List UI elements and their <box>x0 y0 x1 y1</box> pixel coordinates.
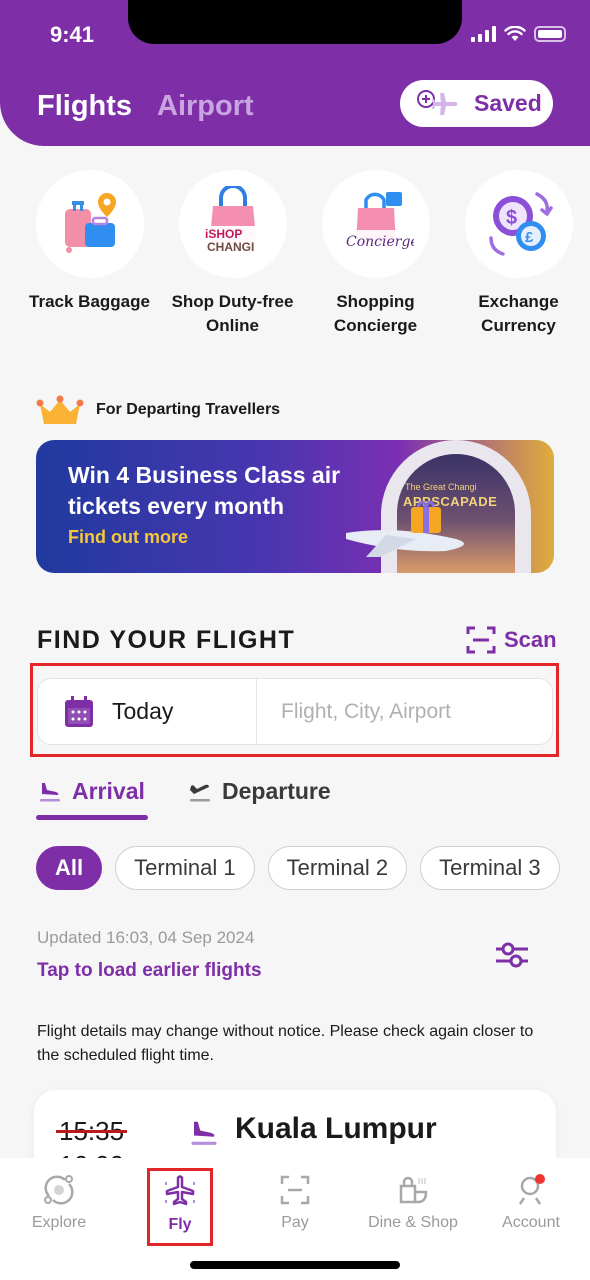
nav-label: Pay <box>281 1214 309 1231</box>
svg-text:CHANGI: CHANGI <box>207 240 254 254</box>
battery-icon <box>534 26 566 42</box>
status-time: 9:41 <box>50 22 95 47</box>
scan-button[interactable]: Scan <box>466 625 557 655</box>
banner-title: Win 4 Business Class air tickets every m… <box>68 462 341 519</box>
luggage-location-icon <box>35 170 144 278</box>
promo-heading-text: For Departing Travellers <box>96 401 281 418</box>
nav-label: Account <box>502 1214 560 1231</box>
cellular-signal-icon <box>471 26 496 42</box>
quick-link-shop-duty-free[interactable]: iSHOP CHANGI Shop Duty-free Online <box>161 170 304 338</box>
device-notch <box>128 0 462 44</box>
scheduled-time-struck: 15:35 <box>55 1116 128 1146</box>
svg-text:£: £ <box>525 229 534 246</box>
quick-links: Track Baggage iSHOP CHANGI Shop Duty-fre… <box>18 170 590 338</box>
scan-label: Scan <box>504 627 557 652</box>
tab-arrival-label: Arrival <box>72 778 145 804</box>
quick-link-exchange-currency[interactable]: $ £ Exchange Currency <box>447 170 590 338</box>
tab-airport[interactable]: Airport <box>157 90 254 123</box>
filter-sliders-icon[interactable] <box>494 940 530 970</box>
chip-terminal-3[interactable]: Terminal 3 <box>420 846 560 890</box>
currency-exchange-icon: $ £ <box>464 170 573 278</box>
plane-takeoff-icon <box>190 784 210 801</box>
promo-banner[interactable]: Win 4 Business Class air tickets every m… <box>36 440 554 573</box>
chip-terminal-2[interactable]: Terminal 2 <box>267 846 408 890</box>
flight-notice: Flight details may change without notice… <box>37 1023 534 1064</box>
flight-city: Kuala Lumpur <box>235 1112 437 1145</box>
tab-arrival[interactable]: Arrival <box>38 778 145 805</box>
last-updated-text: Updated 16:03, 04 Sep 2024 <box>37 928 255 947</box>
dine-shop-icon <box>399 1176 428 1204</box>
calendar-icon <box>65 695 93 727</box>
scan-pay-icon <box>280 1175 310 1205</box>
nav-pay[interactable]: Pay <box>240 1174 350 1232</box>
banner-find-out-more-link[interactable]: Find out more <box>68 527 188 548</box>
nav-label: Dine & Shop <box>368 1214 458 1231</box>
quick-link-label: Shopping Concierge <box>333 292 418 335</box>
date-value: Today <box>112 698 174 724</box>
date-picker[interactable]: Today <box>38 679 257 744</box>
active-tab-indicator <box>36 815 148 820</box>
app-header: 9:41 Flights Airport Saved <box>0 0 590 146</box>
quick-link-label: Shop Duty-free Online <box>171 292 294 335</box>
flight-search-bar: Today <box>37 678 553 745</box>
ishop-changi-bag-icon: iSHOP CHANGI <box>178 170 287 278</box>
account-icon <box>518 1174 545 1205</box>
crown-icon <box>36 395 84 424</box>
fly-highlight-box <box>147 1168 213 1246</box>
quick-link-label: Exchange Currency <box>478 292 559 335</box>
nav-account[interactable]: Account <box>476 1174 586 1232</box>
wifi-icon <box>504 26 526 41</box>
plane-landing-icon <box>40 782 60 801</box>
tab-departure[interactable]: Departure <box>188 778 331 805</box>
svg-text:$: $ <box>506 207 517 229</box>
nav-label: Explore <box>31 1214 87 1231</box>
load-earlier-flights-link[interactable]: Tap to load earlier flights <box>37 960 262 982</box>
chip-terminal-1[interactable]: Terminal 1 <box>115 846 255 890</box>
notification-badge <box>535 1174 545 1184</box>
quick-link-track-baggage[interactable]: Track Baggage <box>18 170 161 338</box>
quick-link-label: Track Baggage <box>29 292 150 311</box>
find-your-flight-title: FIND YOUR FLIGHT <box>37 626 296 654</box>
terminal-filter-chips: All Terminal 1 Terminal 2 Terminal 3 <box>36 846 560 890</box>
explore-icon <box>44 1175 74 1205</box>
home-indicator <box>190 1261 400 1269</box>
scan-icon <box>466 626 496 654</box>
status-icons <box>471 26 566 42</box>
shopping-concierge-icon: Concierge <box>321 170 430 278</box>
plane-landing-icon <box>191 1121 217 1145</box>
quick-link-shopping-concierge[interactable]: Concierge Shopping Concierge <box>304 170 447 338</box>
flight-search-input[interactable] <box>257 679 552 744</box>
banner-subtitle: The Great Changi <box>405 482 477 492</box>
tab-departure-label: Departure <box>222 778 331 804</box>
svg-text:iSHOP: iSHOP <box>205 227 242 241</box>
saved-label: Saved <box>474 90 542 116</box>
add-plane-icon <box>417 89 458 115</box>
promo-heading: For Departing Travellers <box>36 394 280 426</box>
tab-flights[interactable]: Flights <box>37 90 132 123</box>
chip-all[interactable]: All <box>36 846 103 890</box>
svg-text:Concierge: Concierge <box>346 234 414 250</box>
plane-gift-illustration <box>346 500 464 557</box>
nav-dine-shop[interactable]: Dine & Shop <box>358 1174 468 1232</box>
nav-explore[interactable]: Explore <box>4 1174 114 1232</box>
saved-flights-button[interactable]: Saved <box>400 80 553 127</box>
